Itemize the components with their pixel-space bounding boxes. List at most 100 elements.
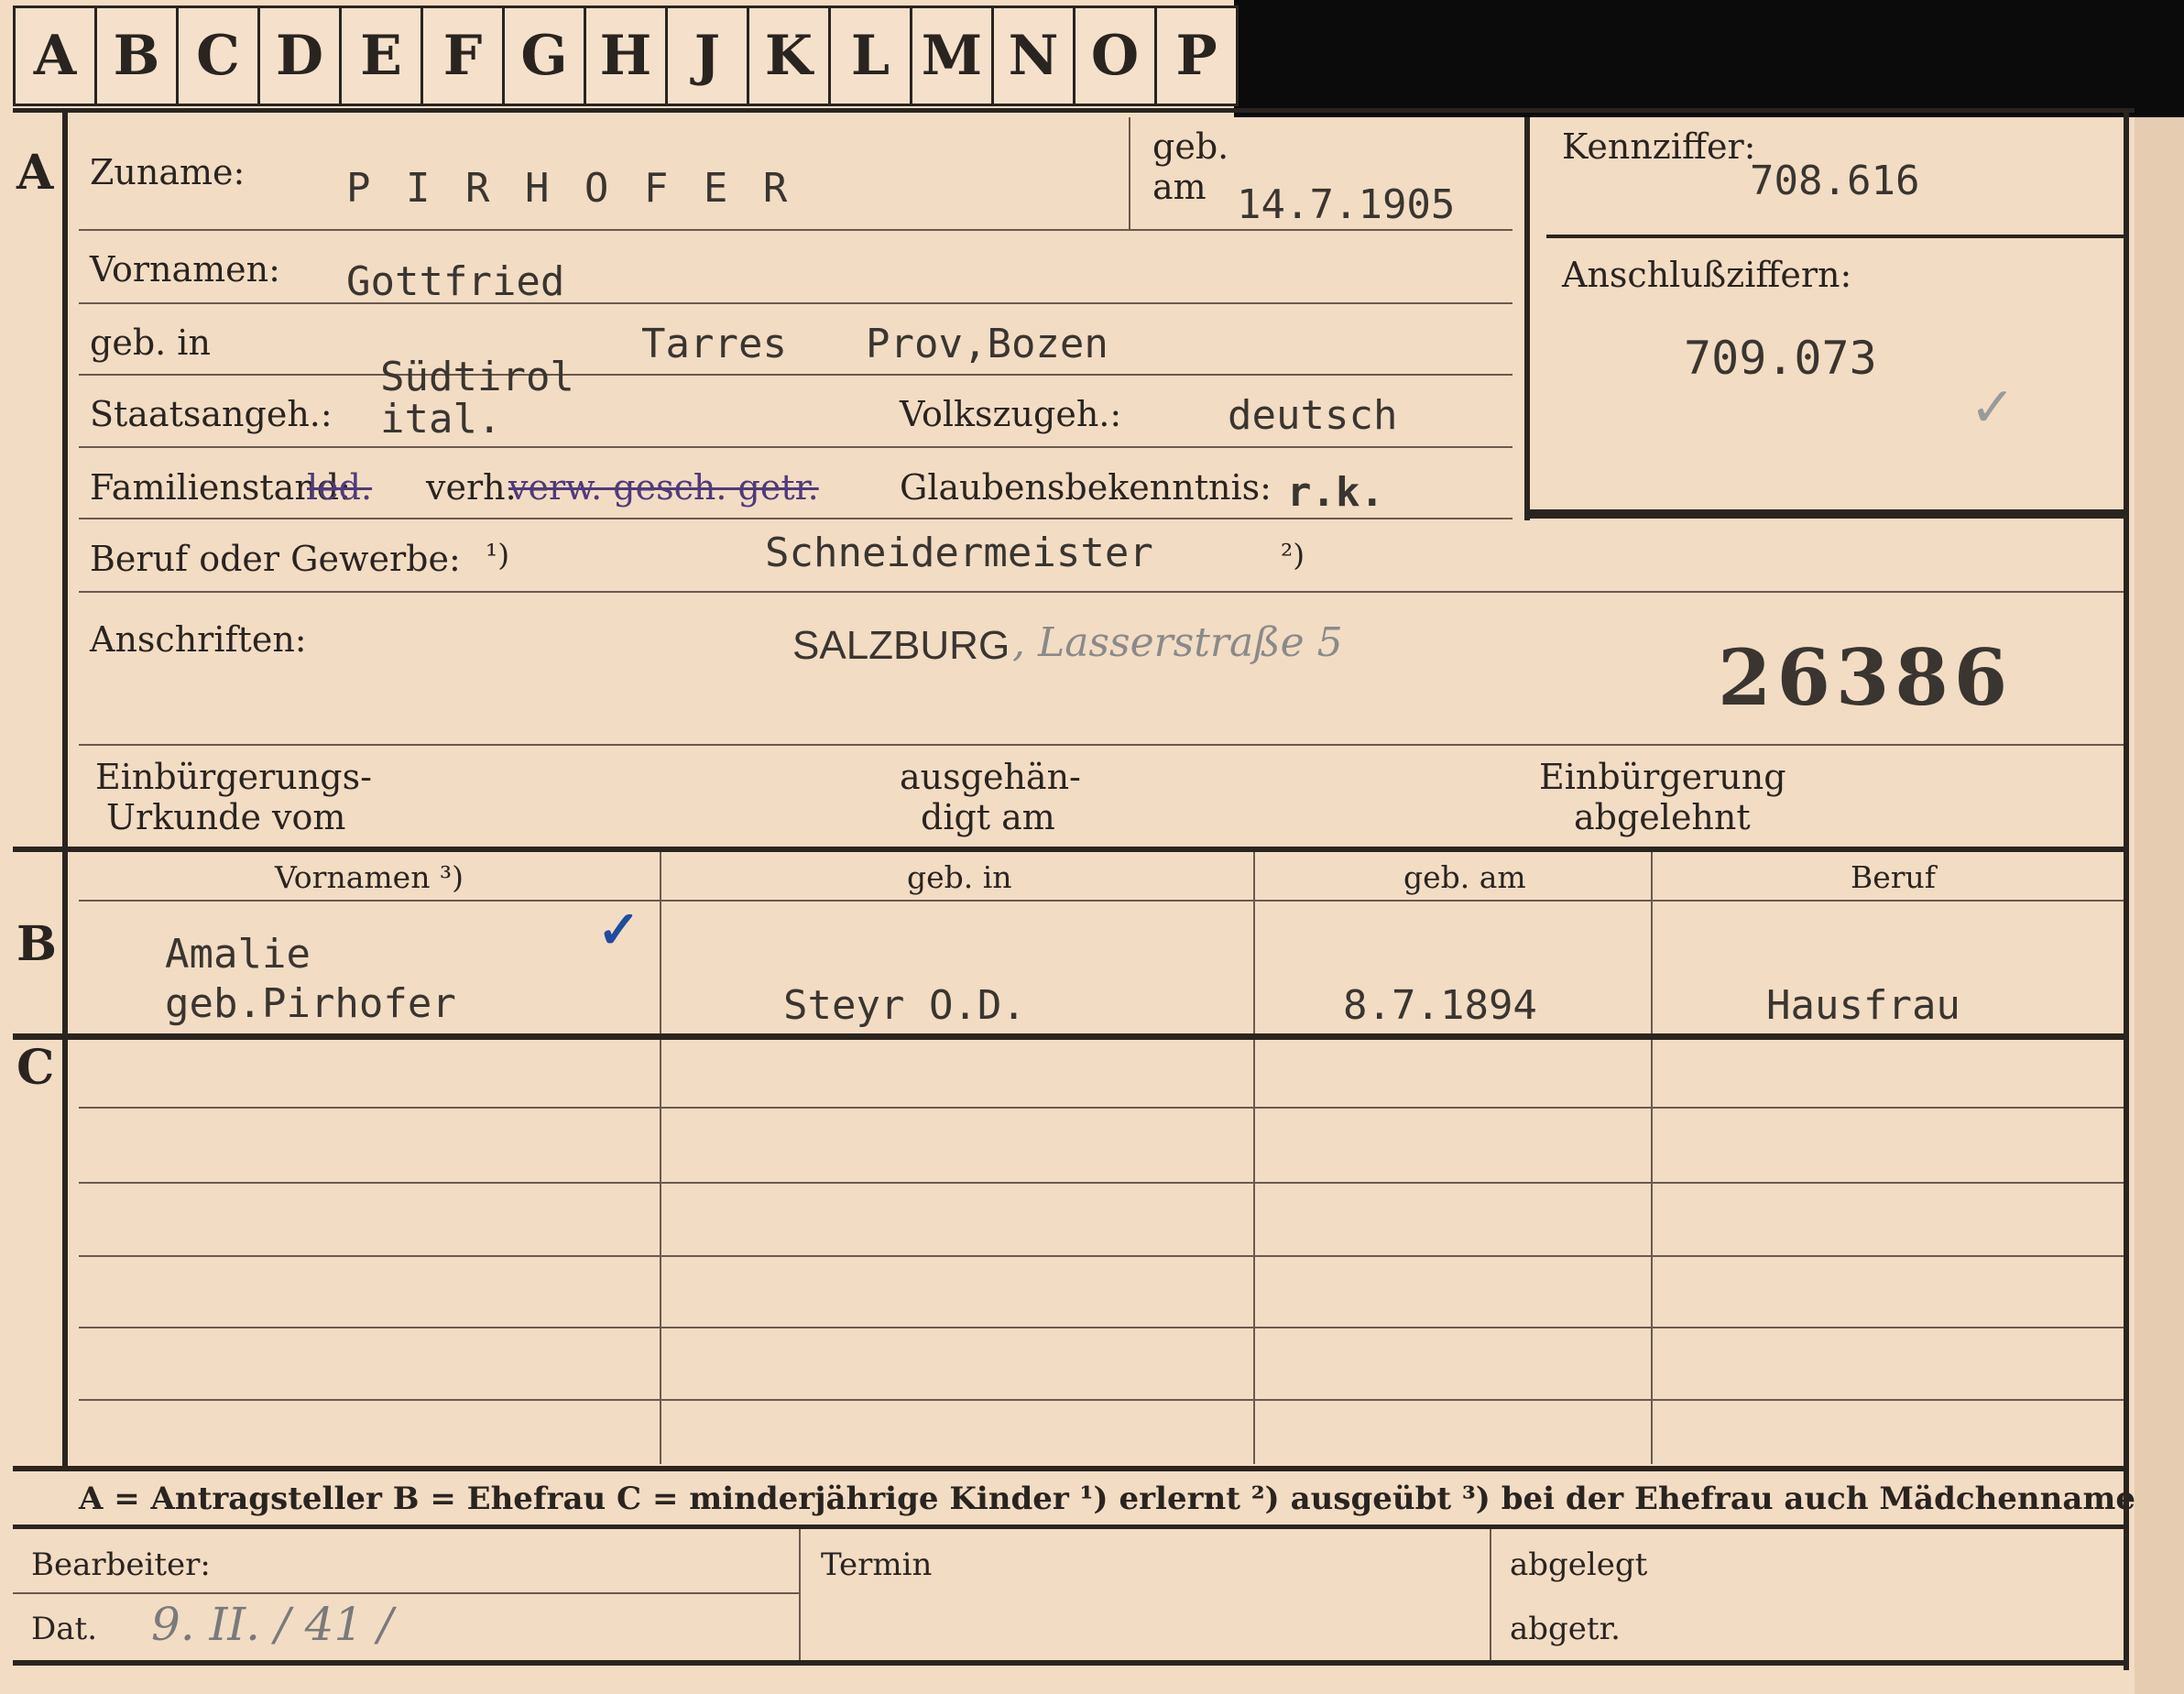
column-rule — [1253, 852, 1255, 1464]
footnote-marker: ²) — [1281, 537, 1305, 573]
refused-label: Einbürgerung — [1539, 757, 1786, 797]
index-tab[interactable]: G — [502, 5, 584, 106]
section-c-top-rule — [13, 1033, 2129, 1040]
born-on-value: 14.7.1905 — [1237, 181, 1456, 228]
footer-column-rule — [1490, 1529, 1491, 1663]
spouse-born-in: Steyr O.D. — [783, 982, 1026, 1029]
footer-column-rule — [799, 1529, 801, 1663]
address-street-pencil: , Lasserstraße 5 — [1012, 619, 1343, 666]
religion-label: Glaubensbekenntnis: — [900, 467, 1272, 508]
born-in-region: Südtirol — [380, 354, 574, 400]
index-tab[interactable]: B — [94, 5, 176, 106]
citizenship-label: Staatsangeh.: — [90, 394, 333, 434]
spouse-name: Amalie — [165, 931, 311, 978]
marital-option-struck: led. — [307, 467, 373, 508]
index-tab[interactable]: O — [1073, 5, 1154, 106]
marital-option-struck: verw. gesch. getr. — [508, 467, 819, 508]
row-rule — [79, 744, 2124, 746]
given-names-label: Vornamen: — [90, 249, 280, 290]
legend-top-rule — [13, 1466, 2129, 1471]
column-rule — [1651, 852, 1653, 1464]
section-a-letter: A — [16, 145, 54, 201]
header-rule — [79, 900, 2124, 902]
index-tab[interactable]: N — [991, 5, 1073, 106]
naturalization-doc-label: Urkunde vom — [106, 797, 346, 837]
header-given-names: Vornamen ³) — [275, 859, 464, 895]
check-icon: ✓ — [597, 900, 640, 960]
footnote-marker: ¹) — [486, 537, 510, 573]
given-names-value: Gottfried — [346, 258, 565, 305]
address-city: SALZBURG — [792, 623, 1010, 668]
row-rule — [79, 1255, 2124, 1257]
index-tab[interactable]: F — [420, 5, 502, 106]
religion-value: r.k. — [1287, 469, 1384, 516]
occupation-value: Schneidermeister — [765, 530, 1153, 576]
ethnicity-label: Volkszugeh.: — [900, 394, 1122, 434]
connection-label: Anschlußziffern: — [1562, 255, 1852, 295]
address-label: Anschriften: — [90, 619, 307, 660]
born-in-label: geb. in — [90, 322, 211, 363]
index-tab[interactable]: J — [665, 5, 747, 106]
citizenship-value: ital. — [380, 396, 502, 443]
bottom-rule — [13, 1660, 2129, 1666]
section-b-letter: B — [16, 916, 57, 972]
surname-label: Zuname: — [90, 152, 246, 192]
index-tab[interactable]: E — [339, 5, 420, 106]
refused-label: abgelehnt — [1574, 797, 1751, 837]
handed-out-label: digt am — [921, 797, 1055, 837]
deadline-label: Termin — [821, 1546, 933, 1583]
index-tab[interactable]: L — [828, 5, 910, 106]
header-born-on: geb. am — [1403, 859, 1526, 895]
row-rule — [79, 1327, 2124, 1328]
marital-option-selected: verh. — [426, 467, 517, 508]
filed-label: abgelegt — [1510, 1546, 1648, 1583]
date-value-pencil: 9. II. / 41 / — [151, 1598, 393, 1651]
born-in-province: Prov,Bozen — [866, 321, 1108, 367]
id-value: 708.616 — [1750, 158, 1920, 204]
legend-text: A = Antragsteller B = Ehefrau C = minder… — [79, 1481, 2135, 1517]
surname-value: P I R H O F E R — [346, 165, 793, 212]
spouse-maiden-name: geb.Pirhofer — [165, 980, 456, 1027]
card-edge — [2135, 117, 2184, 1694]
index-tab[interactable]: P — [1154, 5, 1239, 106]
connection-value: 709.073 — [1684, 332, 1877, 385]
id-label: Kennziffer: — [1562, 126, 1756, 167]
header-born-in: geb. in — [907, 859, 1012, 895]
occupation-label: Beruf oder Gewerbe: — [90, 539, 461, 579]
column-rule — [1129, 117, 1130, 229]
row-rule — [79, 229, 1512, 231]
legend-bottom-rule — [13, 1525, 2129, 1529]
left-margin-rule — [62, 113, 68, 1469]
row-rule — [79, 374, 1512, 376]
index-tab[interactable]: C — [176, 5, 257, 106]
spouse-born-on: 8.7.1894 — [1343, 982, 1537, 1029]
clerk-label: Bearbeiter: — [31, 1546, 211, 1583]
file-number: 26386 — [1718, 632, 2014, 723]
column-rule — [660, 852, 661, 1464]
index-tabs: A B C D E F G H J K L M N O P — [13, 5, 1239, 106]
row-rule — [79, 518, 1512, 519]
born-in-place: Tarres — [641, 321, 787, 367]
scan-background — [1234, 0, 2184, 117]
born-on-label: am — [1152, 167, 1207, 207]
index-tab[interactable]: M — [910, 5, 991, 106]
row-rule — [79, 1107, 2124, 1109]
index-tab[interactable]: K — [747, 5, 828, 106]
right-frame-rule — [2124, 113, 2129, 1670]
header-occupation: Beruf — [1851, 859, 1937, 895]
row-rule — [79, 591, 2124, 593]
spouse-occupation: Hausfrau — [1766, 982, 1960, 1029]
codes-box-left — [1524, 117, 1530, 520]
top-rule — [13, 108, 2135, 113]
row-rule — [79, 302, 1512, 304]
index-tab[interactable]: A — [13, 5, 94, 106]
index-tab[interactable]: D — [257, 5, 339, 106]
row-rule — [79, 446, 1512, 448]
ethnicity-value: deutsch — [1228, 392, 1398, 439]
pencil-check-icon: ✓ — [1970, 376, 2016, 440]
index-tab[interactable]: H — [584, 5, 665, 106]
born-on-label: geb. — [1152, 126, 1229, 167]
row-rule — [79, 1399, 2124, 1401]
section-c-letter: C — [16, 1040, 55, 1096]
date-label: Dat. — [31, 1611, 98, 1647]
